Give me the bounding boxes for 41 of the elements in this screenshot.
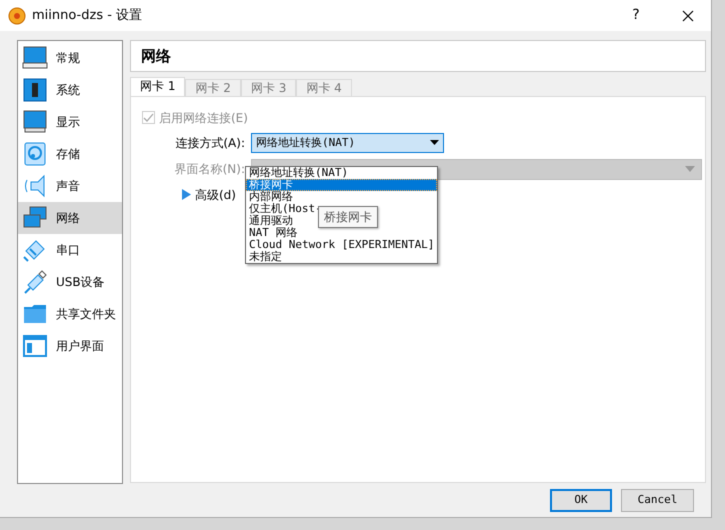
sidebar-item[interactable]: 显示: [18, 106, 122, 138]
dropdown-option[interactable]: Cloud Network [EXPERIMENTAL]: [246, 238, 438, 251]
dropdown-option[interactable]: 未指定: [246, 250, 285, 263]
sidebar-item[interactable]: 存储: [18, 138, 122, 170]
dropdown-option[interactable]: 内部网络: [246, 190, 296, 203]
sidebar-item[interactable]: 系统: [18, 74, 122, 106]
tooltip: 桥接网卡: [318, 206, 378, 228]
window-title: miinno-dzs - 设置: [32, 6, 142, 25]
sidebar-item[interactable]: 用户界面: [18, 330, 122, 362]
usb-icon: [22, 269, 48, 295]
field-label: 界面名称(N):: [174, 161, 245, 178]
sidebar-item[interactable]: 网络: [18, 202, 122, 234]
window-icon: [22, 333, 48, 359]
dropdown-option[interactable]: 网络地址转换(NAT): [246, 166, 352, 179]
connection-dropdown[interactable]: 网络地址转换(NAT): [251, 132, 444, 153]
collapsed-icon: [182, 189, 191, 200]
monitor-icon: [22, 45, 48, 71]
caret-icon: [430, 140, 439, 146]
sidebar-item[interactable]: 共享文件夹: [18, 298, 122, 330]
screen-icon: [22, 109, 48, 135]
tab[interactable]: 网卡 4: [296, 78, 352, 96]
tab[interactable]: 网卡 3: [240, 78, 296, 96]
section-title: 网络: [130, 40, 706, 72]
chip-icon: [22, 77, 48, 103]
sidebar-item[interactable]: 常规: [18, 42, 122, 74]
dialog-button[interactable]: Cancel: [621, 489, 694, 512]
dropdown-option[interactable]: NAT 网络: [246, 226, 300, 239]
sidebar-item[interactable]: 声音: [18, 170, 122, 202]
sidebar-item[interactable]: USB设备: [18, 266, 122, 298]
tab[interactable]: 网卡 2: [185, 78, 241, 96]
advanced-toggle[interactable]: 高级(d): [182, 186, 236, 204]
sidebar-item[interactable]: 串口: [18, 234, 122, 266]
tab[interactable]: 网卡 1: [130, 76, 186, 96]
field-label: 连接方式(A):: [174, 134, 245, 152]
close-icon: [682, 10, 694, 22]
dropdown-option[interactable]: 通用驱动: [246, 214, 296, 227]
help-button[interactable]: ?: [613, 0, 659, 31]
caret-icon: [685, 166, 695, 172]
logo-icon: [8, 6, 26, 25]
checkbox-label: 启用网络连接(E): [159, 110, 248, 127]
dialog-button[interactable]: OK: [550, 489, 612, 512]
